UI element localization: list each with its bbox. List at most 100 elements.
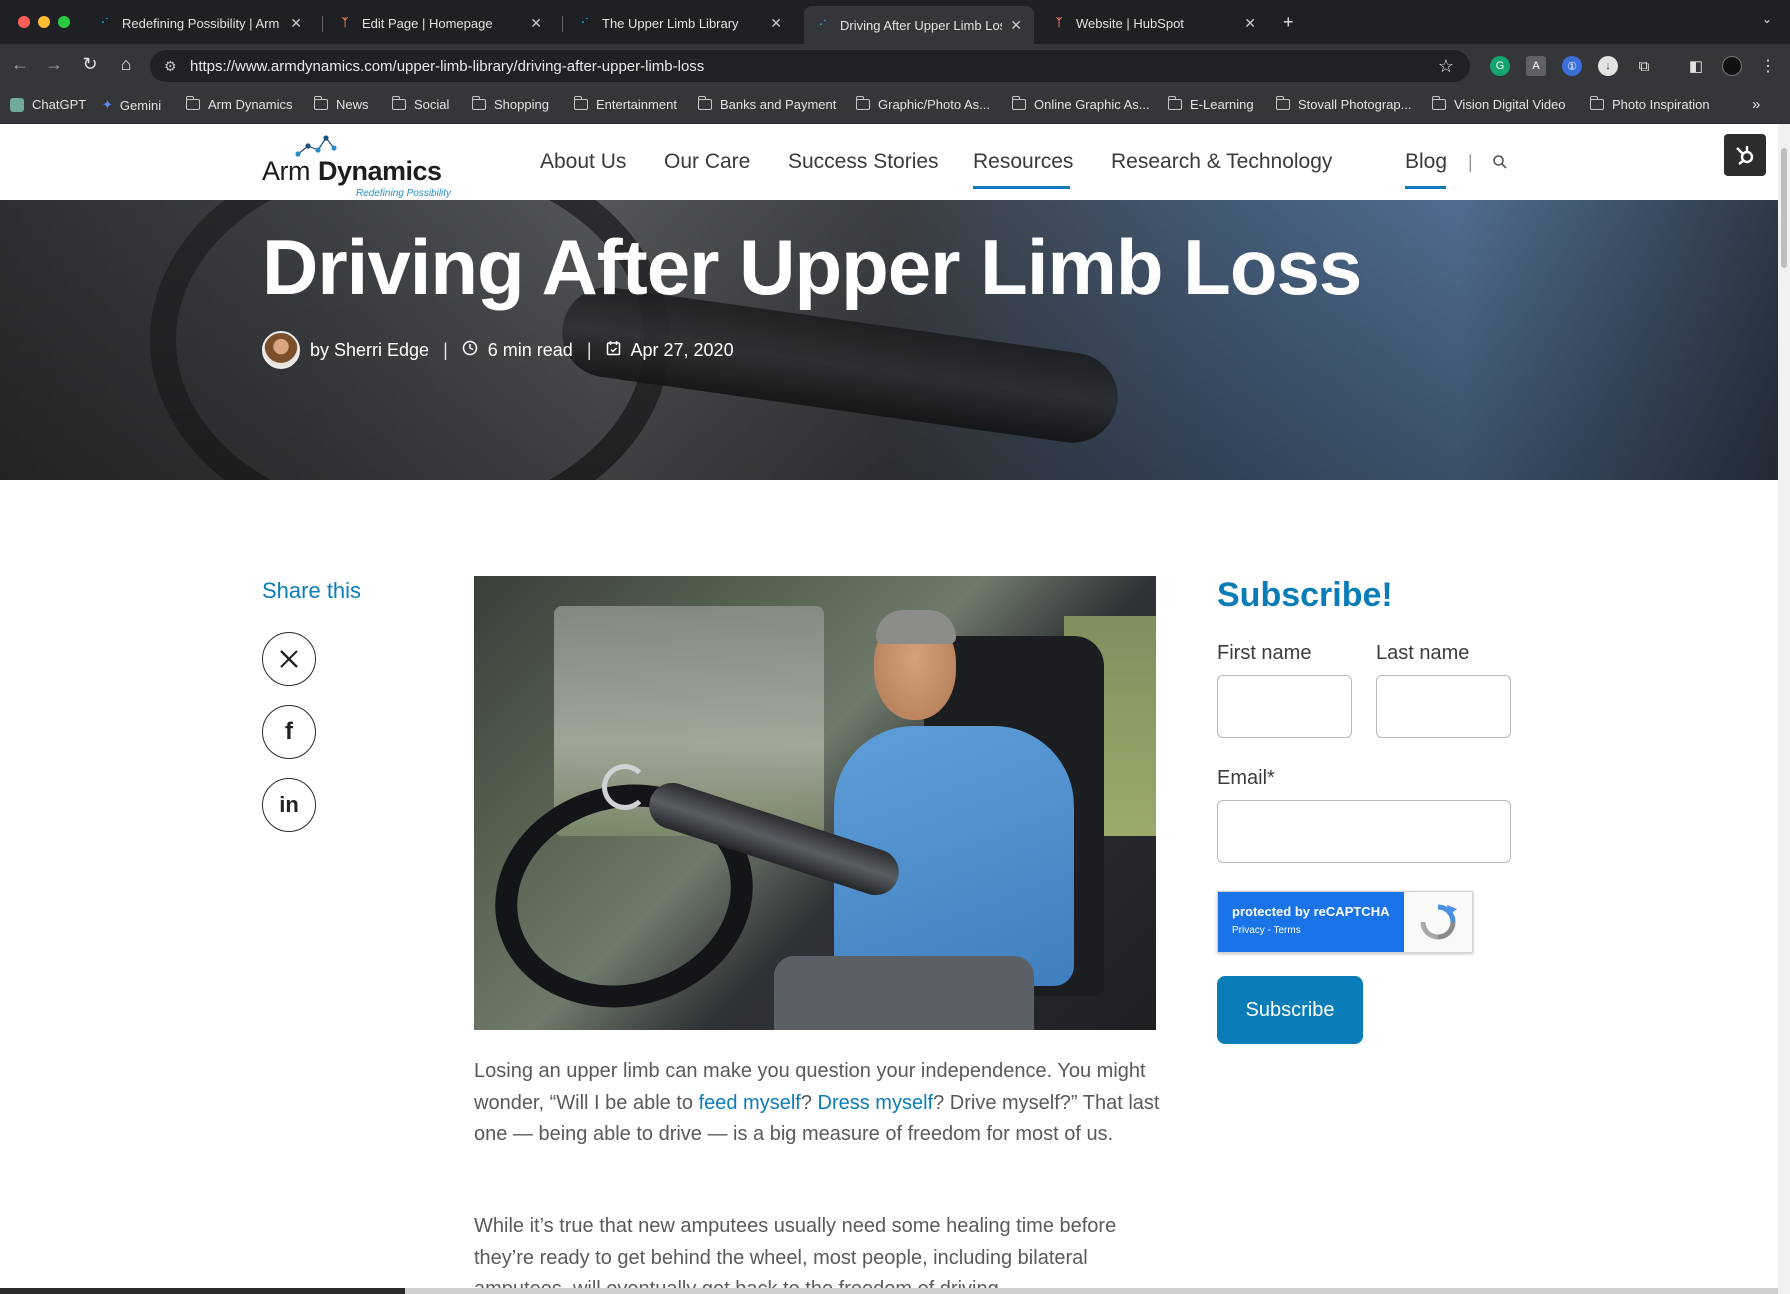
nav-our-care[interactable]: Our Care bbox=[664, 150, 750, 174]
bookmark-folder[interactable]: Social bbox=[391, 96, 449, 112]
author-avatar bbox=[262, 331, 300, 369]
new-tab-icon[interactable]: + bbox=[1283, 12, 1294, 33]
bookmark-folder[interactable]: Arm Dynamics bbox=[185, 96, 293, 112]
bookmark-folder[interactable]: Shopping bbox=[471, 96, 549, 112]
address-bar[interactable]: ⚙ https://www.armdynamics.com/upper-limb… bbox=[150, 50, 1470, 82]
linkedin-icon: in bbox=[279, 792, 299, 817]
reload-icon[interactable]: ↻ bbox=[78, 54, 102, 75]
recaptcha-links[interactable]: Privacy - Terms bbox=[1232, 925, 1390, 936]
bookmark-folder[interactable]: Banks and Payment bbox=[697, 96, 836, 112]
last-name-field[interactable] bbox=[1376, 675, 1511, 738]
share-facebook-button[interactable]: f bbox=[262, 705, 316, 759]
folder-icon bbox=[391, 96, 406, 110]
more-bookmarks-icon[interactable]: » bbox=[1752, 96, 1760, 113]
bookmark-folder[interactable]: E-Learning bbox=[1167, 96, 1254, 112]
arm-dynamics-icon: ·˙ bbox=[581, 17, 589, 29]
browser-tab[interactable]: ·˙ Redefining Possibility | Arm D ✕ bbox=[86, 8, 314, 38]
page-scroll-progress bbox=[0, 1288, 1778, 1294]
home-icon[interactable]: ⌂ bbox=[114, 54, 138, 75]
bookmark-folder[interactable]: News bbox=[313, 96, 369, 112]
close-tab-icon[interactable]: ✕ bbox=[290, 15, 302, 32]
feed-myself-link[interactable]: feed myself bbox=[699, 1092, 801, 1114]
tab-search-chevron-icon[interactable]: ⌄ bbox=[1762, 12, 1772, 26]
article-paragraph: Losing an upper limb can make you questi… bbox=[474, 1060, 1160, 1145]
tab-divider bbox=[322, 16, 323, 32]
bookmark-folder[interactable]: Stovall Photograp... bbox=[1275, 96, 1411, 112]
nav-research-technology[interactable]: Research & Technology bbox=[1111, 150, 1332, 174]
grammarly-extension-icon[interactable]: G bbox=[1490, 56, 1510, 76]
browser-tab[interactable]: ᛉ Edit Page | Homepage ✕ bbox=[326, 8, 554, 38]
search-icon[interactable] bbox=[1492, 154, 1508, 175]
nav-resources[interactable]: Resources bbox=[973, 150, 1073, 174]
article-paragraph: While it’s true that new amputees usuall… bbox=[474, 1215, 1117, 1294]
first-name-label: First name bbox=[1217, 642, 1312, 664]
share-x-button[interactable] bbox=[262, 632, 316, 686]
nav-active-indicator bbox=[1405, 186, 1446, 189]
dress-myself-link[interactable]: Dress myself bbox=[818, 1092, 934, 1114]
folder-icon bbox=[855, 96, 870, 110]
bookmark-folder[interactable]: Photo Inspiration bbox=[1589, 96, 1710, 112]
post-meta: by Sherri Edge | 6 min read | Apr 27, 20… bbox=[262, 331, 734, 369]
recaptcha-badge[interactable]: protected by reCAPTCHA Privacy - Terms bbox=[1217, 891, 1473, 953]
recaptcha-icon bbox=[1404, 892, 1472, 952]
email-field[interactable] bbox=[1217, 800, 1511, 863]
bookmark-folder[interactable]: Graphic/Photo As... bbox=[855, 96, 990, 112]
maximize-window-button[interactable] bbox=[58, 16, 70, 28]
tab-divider bbox=[562, 16, 563, 32]
folder-icon bbox=[1011, 96, 1026, 110]
side-panel-icon[interactable]: ◧ bbox=[1686, 56, 1706, 76]
password-manager-icon[interactable]: ① bbox=[1562, 56, 1582, 76]
share-linkedin-button[interactable]: in bbox=[262, 778, 316, 832]
browser-menu-icon[interactable]: ⋮ bbox=[1758, 56, 1778, 76]
folder-icon bbox=[573, 96, 588, 110]
share-heading: Share this bbox=[262, 578, 362, 603]
forward-arrow-icon[interactable]: → bbox=[42, 54, 66, 75]
bookmark-star-icon[interactable]: ☆ bbox=[1438, 56, 1454, 77]
hero-banner: Driving After Upper Limb Loss by Sherri … bbox=[0, 200, 1778, 480]
arm-dynamics-icon: ·˙ bbox=[819, 19, 827, 31]
folder-icon bbox=[471, 96, 486, 110]
bookmark-folder[interactable]: Entertainment bbox=[573, 96, 677, 112]
hubspot-icon: ᛉ bbox=[341, 17, 349, 29]
hubspot-icon: ᛉ bbox=[1055, 17, 1063, 29]
nav-blog[interactable]: Blog bbox=[1405, 150, 1447, 174]
close-tab-icon[interactable]: ✕ bbox=[530, 15, 542, 32]
email-label: Email* bbox=[1217, 767, 1275, 789]
nav-active-indicator bbox=[973, 186, 1070, 189]
folder-icon bbox=[1275, 96, 1290, 110]
browser-tab-active[interactable]: ·˙ Driving After Upper Limb Los ✕ bbox=[804, 6, 1034, 44]
profile-avatar[interactable] bbox=[1722, 56, 1742, 76]
calendar-icon bbox=[606, 340, 621, 361]
subscribe-button[interactable]: Subscribe bbox=[1217, 976, 1363, 1044]
chatgpt-icon bbox=[10, 97, 24, 112]
post-date: Apr 27, 2020 bbox=[630, 339, 734, 360]
nav-about-us[interactable]: About Us bbox=[540, 150, 626, 174]
bookmark-chatgpt[interactable]: ChatGPT bbox=[10, 97, 86, 112]
page-scrollbar[interactable] bbox=[1778, 124, 1790, 1294]
subscribe-heading: Subscribe! bbox=[1217, 576, 1393, 614]
browser-tab[interactable]: ᛉ Website | HubSpot ✕ bbox=[1040, 8, 1268, 38]
page-viewport: Arm Dynamics Redefining Possibility Abou… bbox=[0, 124, 1778, 1294]
url-text[interactable]: https://www.armdynamics.com/upper-limb-l… bbox=[190, 58, 704, 75]
download-icon[interactable]: ↓ bbox=[1598, 56, 1618, 76]
close-tab-icon[interactable]: ✕ bbox=[1010, 17, 1022, 34]
scrollbar-thumb[interactable] bbox=[1781, 148, 1787, 268]
minimize-window-button[interactable] bbox=[38, 16, 50, 28]
bookmark-folder[interactable]: Vision Digital Video bbox=[1431, 96, 1566, 112]
hubspot-sprocket-icon[interactable] bbox=[1724, 134, 1766, 176]
bookmark-gemini[interactable]: ✦ Gemini bbox=[102, 97, 161, 113]
author-name[interactable]: by Sherri Edge bbox=[310, 340, 429, 361]
close-tab-icon[interactable]: ✕ bbox=[1244, 15, 1256, 32]
bookmark-folder[interactable]: Online Graphic As... bbox=[1011, 96, 1150, 112]
first-name-field[interactable] bbox=[1217, 675, 1352, 738]
extension-icon[interactable]: A bbox=[1526, 56, 1546, 76]
facebook-icon: f bbox=[285, 718, 293, 745]
nav-success-stories[interactable]: Success Stories bbox=[788, 150, 939, 174]
arm-dynamics-logo[interactable]: Arm Dynamics Redefining Possibility bbox=[262, 134, 462, 199]
back-arrow-icon[interactable]: ← bbox=[8, 54, 32, 75]
close-tab-icon[interactable]: ✕ bbox=[770, 15, 782, 32]
site-settings-icon[interactable]: ⚙ bbox=[164, 58, 184, 75]
browser-tab[interactable]: ·˙ The Upper Limb Library ✕ bbox=[566, 8, 794, 38]
close-window-button[interactable] bbox=[18, 16, 30, 28]
extensions-puzzle-icon[interactable]: ⧉ bbox=[1634, 56, 1654, 76]
